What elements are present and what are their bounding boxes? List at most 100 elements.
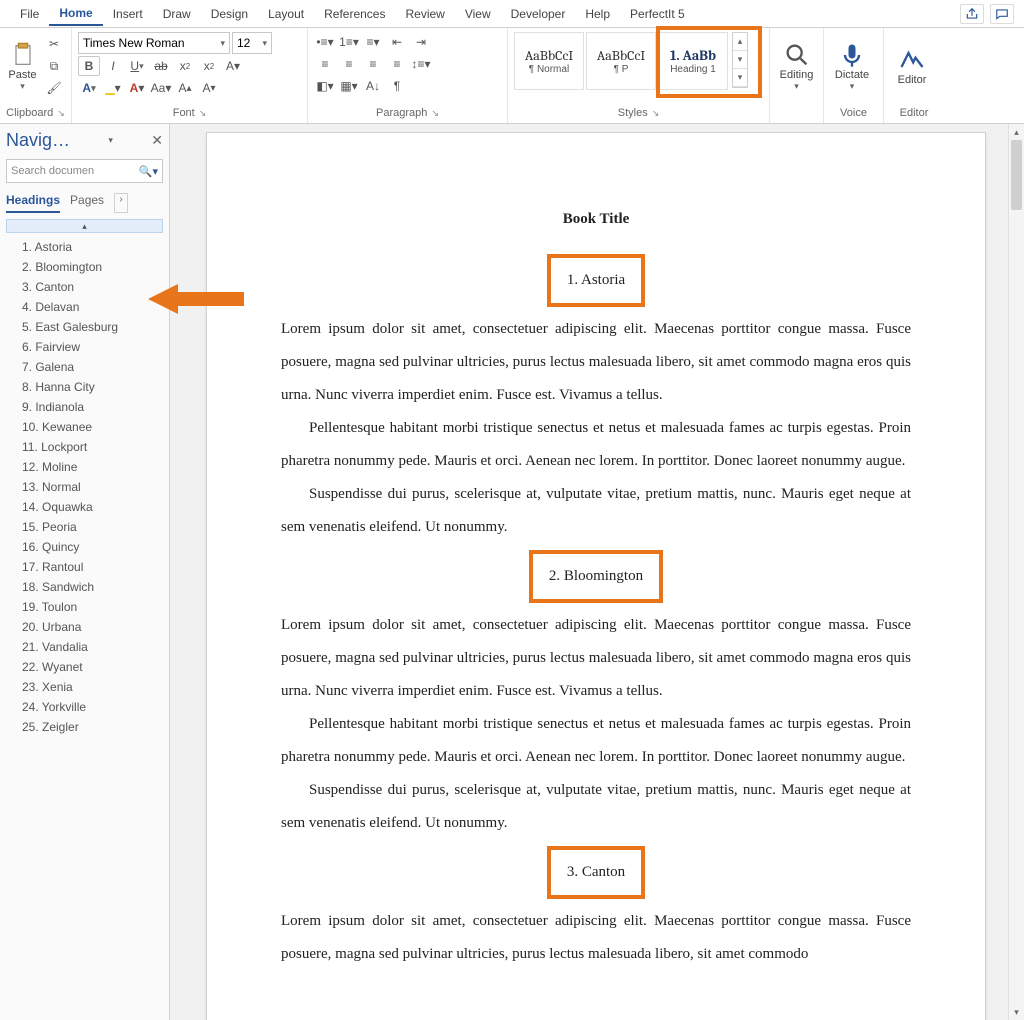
body-paragraph[interactable]: Lorem ipsum dolor sit amet, consectetuer… (281, 313, 911, 412)
nav-heading-item[interactable]: 8. Hanna City (6, 377, 163, 397)
chapter-heading-1[interactable]: 1. Astoria (547, 254, 645, 307)
tab-insert[interactable]: Insert (103, 3, 153, 25)
nav-heading-item[interactable]: 13. Normal (6, 477, 163, 497)
tab-developer[interactable]: Developer (501, 3, 576, 25)
bold-button[interactable]: B (78, 56, 100, 76)
justify-button[interactable]: ≡ (386, 54, 408, 74)
italic-button[interactable]: I (102, 56, 124, 76)
nav-heading-item[interactable]: 16. Quincy (6, 537, 163, 557)
font-color-button[interactable]: A▾ (126, 78, 148, 98)
shrink-font-button[interactable]: A▾ (198, 78, 220, 98)
change-case-button[interactable]: Aa▾ (150, 78, 172, 98)
nav-heading-item[interactable]: 14. Oquawka (6, 497, 163, 517)
editing-button[interactable]: Editing▾ (776, 32, 817, 100)
font-size-combo[interactable]: 12▾ (232, 32, 272, 54)
body-paragraph[interactable]: Lorem ipsum dolor sit amet, consectetuer… (281, 905, 911, 971)
styles-expand[interactable]: ▾ (733, 69, 747, 87)
body-paragraph[interactable]: Lorem ipsum dolor sit amet, consectetuer… (281, 609, 911, 708)
nav-heading-item[interactable]: 3. Canton (6, 277, 163, 297)
decrease-indent-button[interactable]: ⇤ (386, 32, 408, 52)
page[interactable]: Book Title 1. Astoria Lorem ipsum dolor … (206, 132, 986, 1020)
nav-heading-item[interactable]: 10. Kewanee (6, 417, 163, 437)
nav-menu-icon[interactable]: ▾ (108, 135, 113, 146)
body-paragraph[interactable]: Pellentesque habitant morbi tristique se… (281, 412, 911, 478)
nav-heading-item[interactable]: 5. East Galesburg (6, 317, 163, 337)
nav-search-input[interactable]: Search documen 🔍▾ (6, 159, 163, 183)
paste-button[interactable]: Paste▾ (6, 32, 39, 100)
nav-tab-more[interactable]: › (114, 193, 128, 213)
nav-heading-item[interactable]: 6. Fairview (6, 337, 163, 357)
nav-close-icon[interactable]: ✕ (151, 132, 163, 149)
cut-button[interactable]: ✂ (43, 34, 65, 54)
align-right-button[interactable]: ≡ (362, 54, 384, 74)
nav-heading-item[interactable]: 4. Delavan (6, 297, 163, 317)
styles-scroll-down[interactable]: ▾ (733, 51, 747, 69)
nav-collapse-bar[interactable]: ▴ (6, 219, 163, 233)
font-launcher[interactable]: ↘ (199, 108, 207, 119)
superscript-button[interactable]: x2 (198, 56, 220, 76)
nav-heading-item[interactable]: 9. Indianola (6, 397, 163, 417)
nav-heading-item[interactable]: 17. Rantoul (6, 557, 163, 577)
styles-scroll-up[interactable]: ▴ (733, 33, 747, 51)
styles-scroll[interactable]: ▴ ▾ ▾ (732, 32, 748, 88)
numbering-button[interactable]: 1≡▾ (338, 32, 360, 52)
bullets-button[interactable]: •≡▾ (314, 32, 336, 52)
nav-tab-headings[interactable]: Headings (6, 193, 60, 213)
sort-button[interactable]: A↓ (362, 76, 384, 96)
tab-perfectit[interactable]: PerfectIt 5 (620, 3, 695, 25)
body-paragraph[interactable]: Suspendisse dui purus, scelerisque at, v… (281, 478, 911, 544)
tab-help[interactable]: Help (575, 3, 620, 25)
nav-heading-item[interactable]: 15. Peoria (6, 517, 163, 537)
borders-button[interactable]: ▦▾ (338, 76, 360, 96)
nav-heading-item[interactable]: 21. Vandalia (6, 637, 163, 657)
book-title[interactable]: Book Title (281, 203, 911, 236)
nav-tab-pages[interactable]: Pages (70, 193, 104, 213)
align-center-button[interactable]: ≡ (338, 54, 360, 74)
highlight-button[interactable]: ▁▾ (102, 78, 124, 98)
nav-heading-item[interactable]: 24. Yorkville (6, 697, 163, 717)
nav-heading-item[interactable]: 1. Astoria (6, 237, 163, 257)
tab-layout[interactable]: Layout (258, 3, 314, 25)
tab-design[interactable]: Design (201, 3, 258, 25)
editor-button[interactable]: Editor (890, 32, 934, 100)
strikethrough-button[interactable]: ab (150, 56, 172, 76)
nav-heading-item[interactable]: 12. Moline (6, 457, 163, 477)
chapter-heading-2[interactable]: 2. Bloomington (529, 550, 663, 603)
tab-review[interactable]: Review (395, 3, 454, 25)
style-tile-p[interactable]: AaBbCcI ¶ P (586, 32, 656, 90)
body-paragraph[interactable]: Suspendisse dui purus, scelerisque at, v… (281, 774, 911, 840)
tab-home[interactable]: Home (49, 2, 102, 26)
style-tile-normal[interactable]: AaBbCcI ¶ Normal (514, 32, 584, 90)
scroll-thumb[interactable] (1011, 140, 1022, 210)
vertical-scrollbar[interactable]: ▴ ▾ (1008, 124, 1024, 1020)
multilevel-button[interactable]: ≡▾ (362, 32, 384, 52)
scroll-up-icon[interactable]: ▴ (1009, 124, 1024, 140)
tab-file[interactable]: File (10, 3, 49, 25)
nav-heading-item[interactable]: 7. Galena (6, 357, 163, 377)
tab-references[interactable]: References (314, 3, 395, 25)
clipboard-launcher[interactable]: ↘ (57, 108, 65, 119)
paragraph-launcher[interactable]: ↘ (431, 108, 439, 119)
copy-button[interactable]: ⧉ (43, 56, 65, 76)
underline-button[interactable]: U ▾ (126, 56, 148, 76)
line-spacing-button[interactable]: ↕≡▾ (410, 54, 432, 74)
nav-heading-item[interactable]: 18. Sandwich (6, 577, 163, 597)
tab-draw[interactable]: Draw (153, 3, 201, 25)
nav-heading-item[interactable]: 19. Toulon (6, 597, 163, 617)
shading-button[interactable]: ◧▾ (314, 76, 336, 96)
show-marks-button[interactable]: ¶ (386, 76, 408, 96)
nav-heading-item[interactable]: 23. Xenia (6, 677, 163, 697)
text-effects-button[interactable]: A▾ (222, 56, 244, 76)
nav-heading-item[interactable]: 20. Urbana (6, 617, 163, 637)
nav-heading-item[interactable]: 22. Wyanet (6, 657, 163, 677)
scroll-down-icon[interactable]: ▾ (1009, 1004, 1024, 1020)
document-area[interactable]: Book Title 1. Astoria Lorem ipsum dolor … (170, 124, 1024, 1020)
body-paragraph[interactable]: Pellentesque habitant morbi tristique se… (281, 708, 911, 774)
format-painter-button[interactable]: 🖌 (43, 78, 65, 98)
subscript-button[interactable]: x2 (174, 56, 196, 76)
align-left-button[interactable]: ≡ (314, 54, 336, 74)
increase-indent-button[interactable]: ⇥ (410, 32, 432, 52)
nav-heading-item[interactable]: 25. Zeigler (6, 717, 163, 737)
grow-font-button[interactable]: A▴ (174, 78, 196, 98)
dictate-button[interactable]: Dictate▾ (830, 32, 874, 100)
